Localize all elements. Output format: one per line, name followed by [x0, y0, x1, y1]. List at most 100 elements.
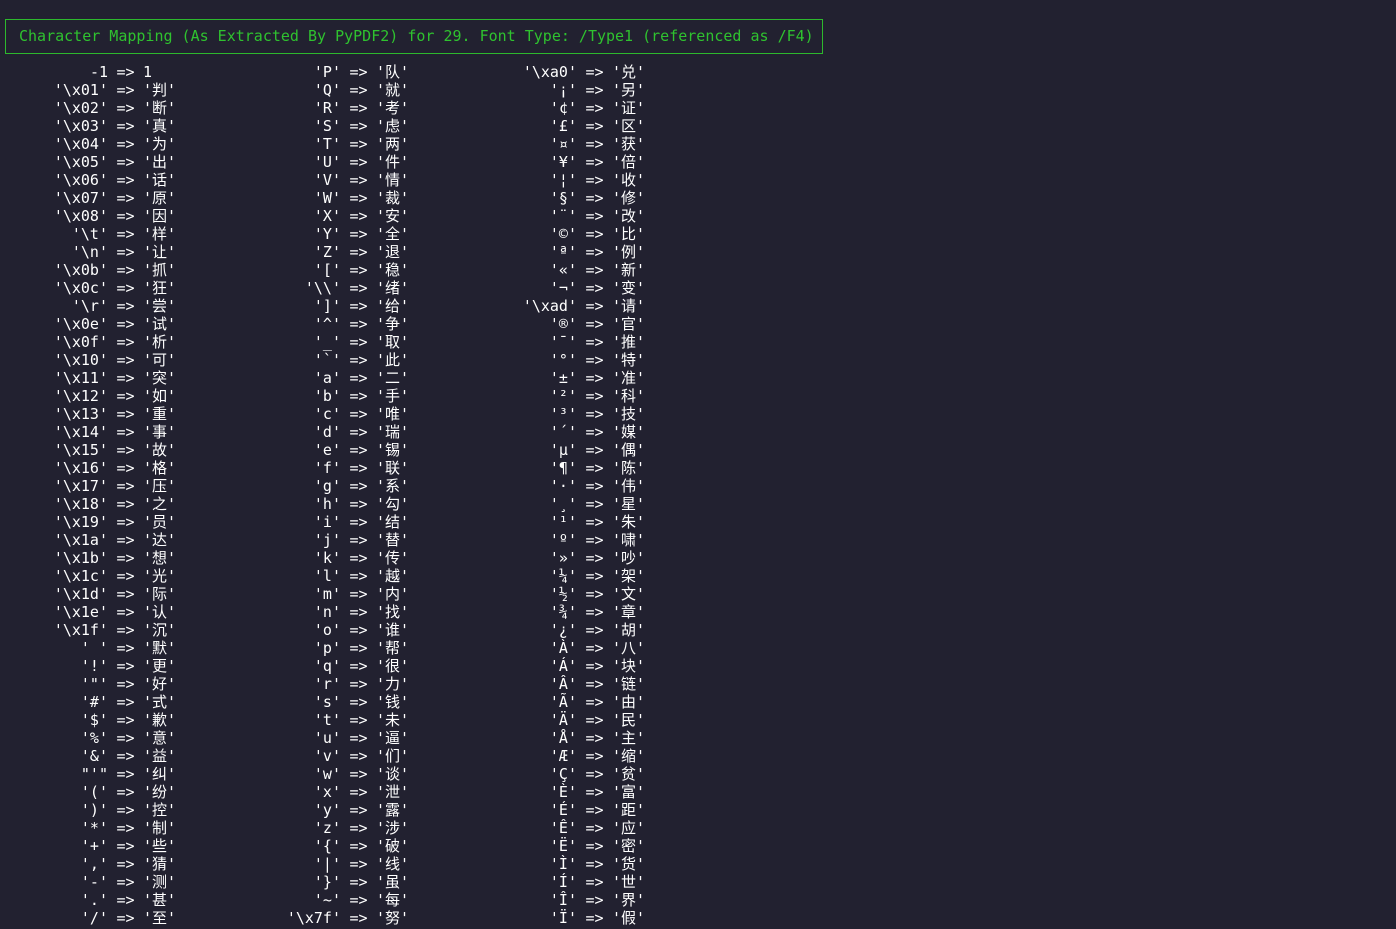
- mapping-row: '§' => '修': [465, 189, 745, 207]
- mapping-arrow: =>: [585, 531, 604, 549]
- mapping-row: '+' => '些': [0, 837, 200, 855]
- mapping-arrow: =>: [349, 243, 368, 261]
- mapping-value: '特': [612, 351, 646, 369]
- mapping-row: 'Æ' => '缩': [465, 747, 745, 765]
- mapping-key: '¿': [549, 621, 577, 639]
- mapping-value: '吵': [612, 549, 646, 567]
- mapping-row: '%' => '意': [0, 729, 200, 747]
- mapping-key: 'w': [313, 765, 341, 783]
- mapping-arrow: =>: [585, 405, 604, 423]
- mapping-key: '±': [549, 369, 577, 387]
- mapping-value: '勾': [376, 495, 410, 513]
- mapping-key: '$': [80, 711, 108, 729]
- mapping-row: '\x02' => '断': [0, 99, 200, 117]
- mapping-key: 'j': [313, 531, 341, 549]
- mapping-key: 'u': [313, 729, 341, 747]
- mapping-arrow: =>: [349, 369, 368, 387]
- mapping-value: '逼': [376, 729, 410, 747]
- mapping-arrow: =>: [585, 171, 604, 189]
- mapping-arrow: =>: [349, 333, 368, 351]
- mapping-value: '话': [143, 171, 177, 189]
- mapping-arrow: =>: [349, 549, 368, 567]
- mapping-row: '\x1e' => '认': [0, 603, 200, 621]
- mapping-key: 'º': [549, 531, 577, 549]
- mapping-row: 'Ï' => '假': [465, 909, 745, 927]
- mapping-arrow: =>: [349, 189, 368, 207]
- mapping-arrow: =>: [116, 423, 135, 441]
- mapping-key: '\x19': [53, 513, 108, 531]
- mapping-value: '修': [612, 189, 646, 207]
- mapping-value: '析': [143, 333, 177, 351]
- mapping-key: 'a': [313, 369, 341, 387]
- mapping-arrow: =>: [116, 801, 135, 819]
- mapping-row: '\x15' => '故': [0, 441, 200, 459]
- mapping-key: '\r': [71, 297, 108, 315]
- mapping-arrow: =>: [116, 63, 135, 81]
- mapping-key: 'i': [313, 513, 341, 531]
- mapping-key: '\t': [71, 225, 108, 243]
- mapping-value: '事': [143, 423, 177, 441]
- mapping-key: 'T': [313, 135, 341, 153]
- mapping-arrow: =>: [116, 369, 135, 387]
- mapping-row: '¾' => '章': [465, 603, 745, 621]
- mapping-arrow: =>: [585, 891, 604, 909]
- mapping-key: '[': [313, 261, 341, 279]
- mapping-row: '»' => '吵': [465, 549, 745, 567]
- mapping-arrow: =>: [116, 459, 135, 477]
- mapping-arrow: =>: [116, 225, 135, 243]
- mapping-key: 'Í': [549, 873, 577, 891]
- mapping-row: '\x04' => '为': [0, 135, 200, 153]
- mapping-arrow: =>: [585, 729, 604, 747]
- mapping-arrow: =>: [585, 801, 604, 819]
- mapping-arrow: =>: [585, 765, 604, 783]
- mapping-arrow: =>: [585, 423, 604, 441]
- mapping-value: '陈': [612, 459, 646, 477]
- mapping-key: 'Ì': [549, 855, 577, 873]
- mapping-key: 'k': [313, 549, 341, 567]
- mapping-value: '断': [143, 99, 177, 117]
- mapping-arrow: =>: [585, 369, 604, 387]
- mapping-row: '\x1d' => '际': [0, 585, 200, 603]
- mapping-key: '\x0e': [53, 315, 108, 333]
- mapping-key: 'Ä': [549, 711, 577, 729]
- mapping-value: '取': [376, 333, 410, 351]
- mapping-arrow: =>: [349, 729, 368, 747]
- mapping-key: 'Î': [549, 891, 577, 909]
- mapping-value: '就': [376, 81, 410, 99]
- mapping-key: 'È': [549, 783, 577, 801]
- mapping-value: '主': [612, 729, 646, 747]
- mapping-arrow: =>: [585, 81, 604, 99]
- mapping-column-3: '\xa0' => '兑' '¡' => '另' '¢' => '证' '£' => '区' '¤' =>…: [465, 63, 745, 927]
- mapping-arrow: =>: [116, 153, 135, 171]
- mapping-row: '¼' => '架': [465, 567, 745, 585]
- mapping-arrow: =>: [349, 837, 368, 855]
- mapping-arrow: =>: [349, 639, 368, 657]
- mapping-value: '科': [612, 387, 646, 405]
- mapping-key: 'o': [313, 621, 341, 639]
- mapping-key: '}': [313, 873, 341, 891]
- mapping-key: 'h': [313, 495, 341, 513]
- mapping-arrow: =>: [349, 765, 368, 783]
- mapping-value: '帮': [376, 639, 410, 657]
- mapping-row: '!' => '更': [0, 657, 200, 675]
- mapping-key: '¶': [549, 459, 577, 477]
- mapping-value: '意': [143, 729, 177, 747]
- mapping-arrow: =>: [116, 531, 135, 549]
- mapping-value: '文': [612, 585, 646, 603]
- mapping-key: ']': [313, 297, 341, 315]
- mapping-key: '\x05': [53, 153, 108, 171]
- mapping-row: 'Ç' => '贫': [465, 765, 745, 783]
- mapping-row: '¢' => '证': [465, 99, 745, 117]
- mapping-value: '推': [612, 333, 646, 351]
- mapping-arrow: =>: [116, 315, 135, 333]
- mapping-arrow: =>: [116, 909, 135, 927]
- mapping-row: '\n' => '让': [0, 243, 200, 261]
- mapping-key: 'Ë': [549, 837, 577, 855]
- mapping-arrow: =>: [116, 657, 135, 675]
- mapping-row: '\x18' => '之': [0, 495, 200, 513]
- mapping-value: '光': [143, 567, 177, 585]
- mapping-arrow: =>: [116, 639, 135, 657]
- mapping-row: -1 => 1: [0, 63, 200, 81]
- mapping-key: '*': [80, 819, 108, 837]
- mapping-row: '/' => '至': [0, 909, 200, 927]
